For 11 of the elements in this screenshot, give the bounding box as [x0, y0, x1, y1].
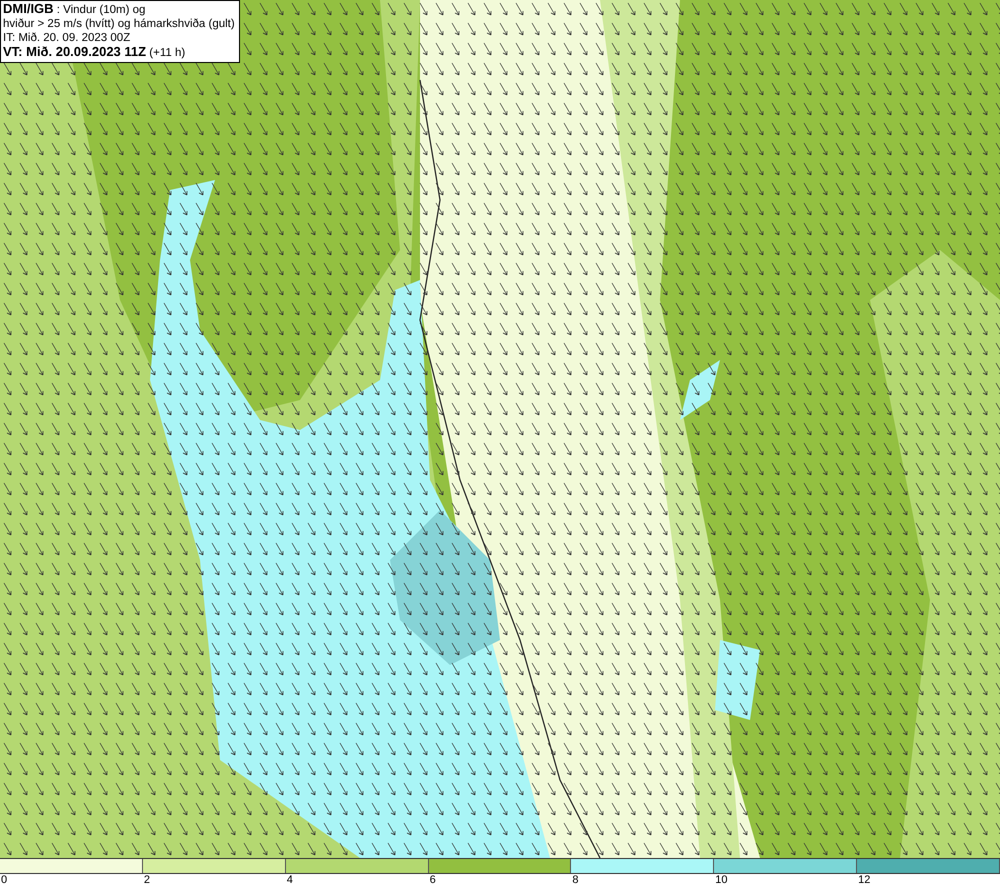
scale-label: 12	[857, 874, 870, 887]
caption-line: DMI/IGB : Vindur (10m) og	[3, 2, 146, 17]
scale-label: 4	[286, 874, 293, 887]
scale-label: 10	[714, 874, 728, 887]
caption-line: VT: Mið. 20.09.2023 11Z (+11 h)	[3, 45, 186, 60]
caption-line: IT: Mið. 20. 09. 2023 00Z	[3, 31, 132, 45]
scale-label: 8	[571, 874, 579, 887]
scale-label: 6	[428, 874, 436, 887]
scale-label: 2	[142, 874, 150, 887]
scale-label: 0	[0, 874, 8, 887]
caption-line: hviður > 25 m/s (hvítt) og hámarkshviða (gult)	[3, 17, 235, 31]
